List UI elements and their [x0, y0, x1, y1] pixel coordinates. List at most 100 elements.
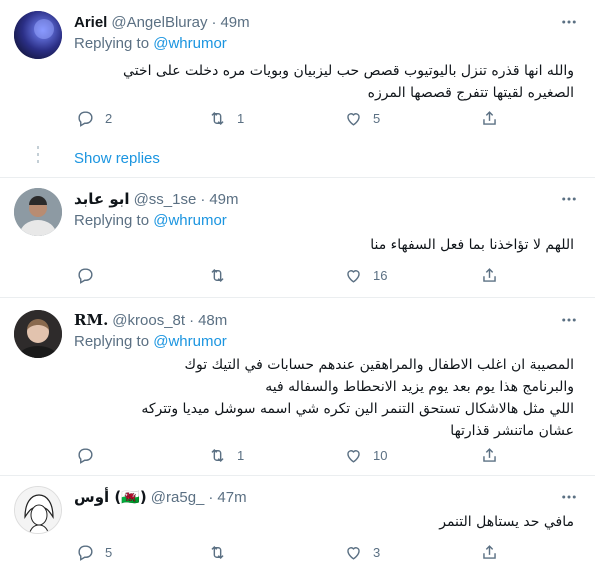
- tweet-actions: 1 10: [66, 440, 516, 470]
- tweet-text: اللهم لا تؤاخذنا بما فعل السفهاء منا: [74, 234, 574, 256]
- reply-button[interactable]: 5: [76, 537, 112, 567]
- reply-icon: [78, 110, 93, 127]
- retweet-button[interactable]: 1: [208, 440, 244, 470]
- replying-to-link[interactable]: @whrumor: [153, 212, 227, 229]
- share-button[interactable]: [480, 103, 499, 133]
- replying-prefix: Replying to: [74, 35, 150, 52]
- user-handle[interactable]: @AngelBluray: [111, 14, 207, 31]
- heart-icon: [347, 546, 360, 560]
- replying-to-link[interactable]: @whrumor: [153, 333, 227, 350]
- like-count: 10: [373, 447, 388, 463]
- retweet-button[interactable]: [208, 260, 237, 290]
- like-button[interactable]: 10: [344, 440, 387, 470]
- reply-button[interactable]: [76, 260, 105, 290]
- replying-to: Replying to @whrumor: [74, 212, 227, 232]
- avatar[interactable]: [14, 188, 62, 236]
- tweet-text-line: مافي حد يستاهل التنمر: [439, 514, 574, 530]
- reply-count: 2: [105, 110, 113, 126]
- replying-prefix: Replying to: [74, 212, 150, 229]
- heart-icon: [347, 269, 360, 283]
- share-button[interactable]: [480, 537, 499, 567]
- retweet-count: 1: [237, 110, 245, 126]
- avatar[interactable]: [14, 486, 62, 534]
- replying-to: Replying to @whrumor: [74, 333, 227, 353]
- share-icon: [483, 544, 496, 559]
- timestamp[interactable]: 47m: [217, 489, 246, 506]
- separator: ·: [189, 311, 195, 329]
- avatar[interactable]: [14, 310, 62, 358]
- more-icon[interactable]: [559, 487, 579, 507]
- like-count: 3: [373, 544, 381, 560]
- tweet-actions: 16: [66, 260, 516, 290]
- tweet-3[interactable]: RM. @kroos_8t · 48m Replying to @whrumor…: [0, 298, 595, 470]
- timestamp[interactable]: 49m: [209, 191, 238, 208]
- tweet-text: والله انها قذره تنزل باليوتيوب قصص حب لي…: [74, 60, 574, 104]
- tweet-text-line: عشان ماتنشر قذارتها: [450, 423, 574, 439]
- tweet-1[interactable]: Ariel @AngelBluray · 49m Replying to @wh…: [0, 0, 595, 140]
- tweet-text-line: اللهم لا تؤاخذنا بما فعل السفهاء منا: [370, 237, 574, 253]
- retweet-count: 1: [237, 447, 245, 463]
- share-button[interactable]: [480, 440, 499, 470]
- heart-icon: [347, 449, 360, 463]
- retweet-icon: [211, 111, 224, 125]
- like-count: 16: [373, 267, 388, 283]
- heart-icon: [347, 112, 360, 126]
- user-handle[interactable]: @kroos_8t: [112, 312, 185, 329]
- retweet-icon: [211, 545, 224, 559]
- reply-button[interactable]: 2: [76, 103, 112, 133]
- tweet-text-line: الصغيره لقيتها تتفرج قصصها المرزه: [367, 85, 574, 101]
- timestamp[interactable]: 48m: [198, 312, 227, 329]
- retweet-icon: [211, 448, 224, 462]
- display-name[interactable]: أوس (🏴󠁧󠁢󠁷󠁬󠁳󠁿): [74, 488, 147, 506]
- share-icon: [483, 110, 496, 125]
- user-handle[interactable]: @ra5g_: [151, 489, 205, 506]
- tweet-4[interactable]: أوس (🏴󠁧󠁢󠁷󠁬󠁳󠁿) @ra5g_ · 47m مافي حد يستاه…: [0, 476, 595, 569]
- separator: ·: [211, 13, 217, 31]
- more-icon[interactable]: [559, 12, 579, 32]
- tweet-feed: Ariel @AngelBluray · 49m Replying to @wh…: [0, 0, 595, 569]
- tweet-text-line: والبرنامج هذا يوم بعد يوم يزيد الانحطاط …: [265, 379, 574, 395]
- separator: ·: [208, 488, 214, 506]
- reply-count: 5: [105, 544, 113, 560]
- more-icon[interactable]: [559, 310, 579, 330]
- replying-to-link[interactable]: @whrumor: [153, 35, 227, 52]
- share-icon: [483, 447, 496, 462]
- like-button[interactable]: 16: [344, 260, 387, 290]
- tweet-header: ابو عابد @ss_1se · 49m: [74, 189, 555, 209]
- replying-to: Replying to @whrumor: [74, 35, 227, 55]
- share-icon: [483, 267, 496, 282]
- tweet-text-line: اللي مثل هالاشكال تستحق التنمر الين تكره…: [141, 401, 574, 417]
- timestamp[interactable]: 49m: [220, 14, 249, 31]
- display-name[interactable]: Ariel: [74, 14, 107, 31]
- tweet-header: RM. @kroos_8t · 48m: [74, 310, 555, 330]
- display-name[interactable]: ابو عابد: [74, 190, 130, 208]
- replying-prefix: Replying to: [74, 333, 150, 350]
- show-replies-link[interactable]: Show replies: [74, 150, 160, 167]
- tweet-header: Ariel @AngelBluray · 49m: [74, 12, 555, 32]
- reply-icon: [78, 447, 93, 464]
- like-button[interactable]: 3: [344, 537, 380, 567]
- share-button[interactable]: [480, 260, 499, 290]
- reply-icon: [78, 267, 93, 284]
- avatar[interactable]: [14, 11, 62, 59]
- more-icon[interactable]: [559, 189, 579, 209]
- tweet-actions: 2 1 5: [66, 103, 516, 133]
- tweet-2[interactable]: ابو عابد @ss_1se · 49m Replying to @whru…: [0, 178, 595, 294]
- reply-button[interactable]: [76, 440, 105, 470]
- like-button[interactable]: 5: [344, 103, 380, 133]
- tweet-text: مافي حد يستاهل التنمر: [74, 511, 574, 533]
- like-count: 5: [373, 110, 381, 126]
- tweet-text-line: المصيبة ان اغلب الاطفال والمراهقين عندهم…: [184, 357, 574, 373]
- thread-connector: [37, 146, 39, 163]
- reply-icon: [78, 544, 93, 561]
- tweet-text-line: والله انها قذره تنزل باليوتيوب قصص حب لي…: [123, 63, 574, 79]
- tweet-actions: 5 3: [66, 537, 516, 567]
- retweet-button[interactable]: [208, 537, 237, 567]
- separator: ·: [200, 190, 206, 208]
- user-handle[interactable]: @ss_1se: [134, 191, 197, 208]
- retweet-icon: [211, 268, 224, 282]
- retweet-button[interactable]: 1: [208, 103, 244, 133]
- tweet-header: أوس (🏴󠁧󠁢󠁷󠁬󠁳󠁿) @ra5g_ · 47m: [74, 487, 555, 507]
- tweet-text: المصيبة ان اغلب الاطفال والمراهقين عندهم…: [74, 354, 574, 442]
- display-name[interactable]: RM.: [74, 311, 108, 329]
